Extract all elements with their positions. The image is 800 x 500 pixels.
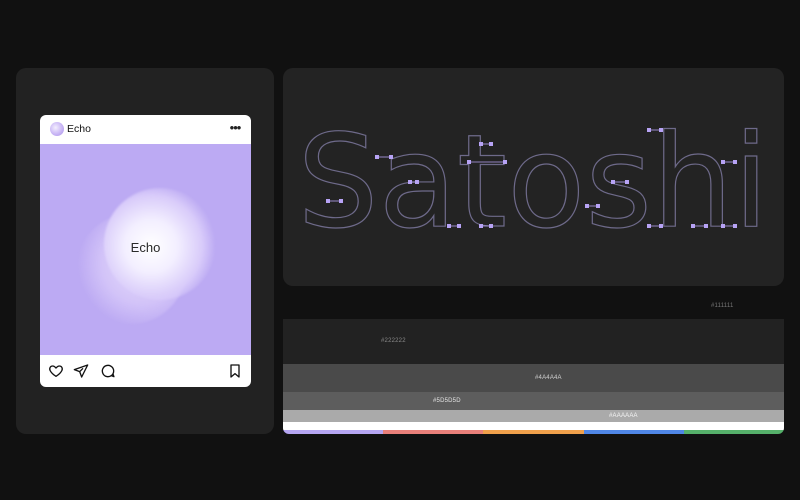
- swatch-aaaaaa[interactable]: #AAAAAA: [283, 410, 784, 422]
- anchor-point[interactable]: [721, 224, 725, 228]
- anchor-point[interactable]: [659, 128, 663, 132]
- anchor-point[interactable]: [339, 199, 343, 203]
- swatch-label: #4A4A4A: [535, 375, 562, 381]
- color-palette: #111111 #222222 #4A4A4A #5D5D5D #AAAAAA: [283, 292, 784, 434]
- anchor-point[interactable]: [647, 224, 651, 228]
- accent-swatch[interactable]: [583, 430, 684, 434]
- typeface-specimen: Satoshi: [297, 107, 770, 257]
- anchor-point[interactable]: [596, 204, 600, 208]
- swatch-222222[interactable]: #222222: [283, 319, 784, 364]
- anchor-point[interactable]: [489, 142, 493, 146]
- anchor-point[interactable]: [585, 204, 589, 208]
- anchor-point[interactable]: [467, 160, 471, 164]
- bookmark-icon[interactable]: [227, 363, 243, 379]
- accent-swatch[interactable]: [683, 430, 784, 434]
- specimen-word: Satoshi: [297, 108, 769, 257]
- accent-swatch[interactable]: [283, 430, 384, 434]
- anchor-point[interactable]: [326, 199, 330, 203]
- anchor-point[interactable]: [611, 180, 615, 184]
- swatch-4a4a4a[interactable]: #4A4A4A: [283, 364, 784, 392]
- swatch-ffffff[interactable]: [283, 422, 784, 430]
- anchor-point[interactable]: [457, 224, 461, 228]
- anchor-point[interactable]: [733, 224, 737, 228]
- anchor-point[interactable]: [733, 160, 737, 164]
- post-header: Echo •••: [40, 115, 251, 144]
- typeface-specimen-panel: Satoshi: [283, 68, 784, 286]
- anchor-point[interactable]: [659, 224, 663, 228]
- send-icon[interactable]: [73, 363, 89, 379]
- swatch-label: #AAAAAA: [609, 413, 638, 419]
- anchor-point[interactable]: [625, 180, 629, 184]
- anchor-point[interactable]: [479, 142, 483, 146]
- swatch-label: #5D5D5D: [433, 398, 461, 404]
- post-image-text: Echo: [130, 240, 161, 255]
- accent-color-strip: [283, 430, 784, 434]
- swatch-111111[interactable]: #111111: [283, 292, 784, 319]
- avatar[interactable]: [50, 122, 64, 136]
- more-icon[interactable]: •••: [228, 121, 242, 135]
- anchor-point[interactable]: [389, 155, 393, 159]
- anchor-point[interactable]: [479, 224, 483, 228]
- post-image: Echo: [40, 144, 251, 355]
- heart-icon[interactable]: [48, 363, 64, 379]
- anchor-point[interactable]: [691, 224, 695, 228]
- swatch-5d5d5d[interactable]: #5D5D5D: [283, 392, 784, 410]
- anchor-point[interactable]: [704, 224, 708, 228]
- post-actions: [40, 355, 251, 387]
- account-name[interactable]: Echo: [67, 123, 91, 135]
- anchor-point[interactable]: [489, 224, 493, 228]
- anchor-point[interactable]: [647, 128, 651, 132]
- accent-swatch[interactable]: [383, 430, 484, 434]
- post-preview-panel: Echo ••• Echo: [16, 68, 274, 434]
- anchor-point[interactable]: [503, 160, 507, 164]
- anchor-point[interactable]: [375, 155, 379, 159]
- anchor-point[interactable]: [447, 224, 451, 228]
- swatch-label: #222222: [381, 338, 406, 344]
- post-card: Echo ••• Echo: [40, 115, 251, 387]
- anchor-point[interactable]: [415, 180, 419, 184]
- accent-swatch[interactable]: [483, 430, 584, 434]
- swatch-label: #111111: [711, 303, 734, 309]
- anchor-point[interactable]: [408, 180, 412, 184]
- comment-icon[interactable]: [100, 363, 116, 379]
- anchor-point[interactable]: [721, 160, 725, 164]
